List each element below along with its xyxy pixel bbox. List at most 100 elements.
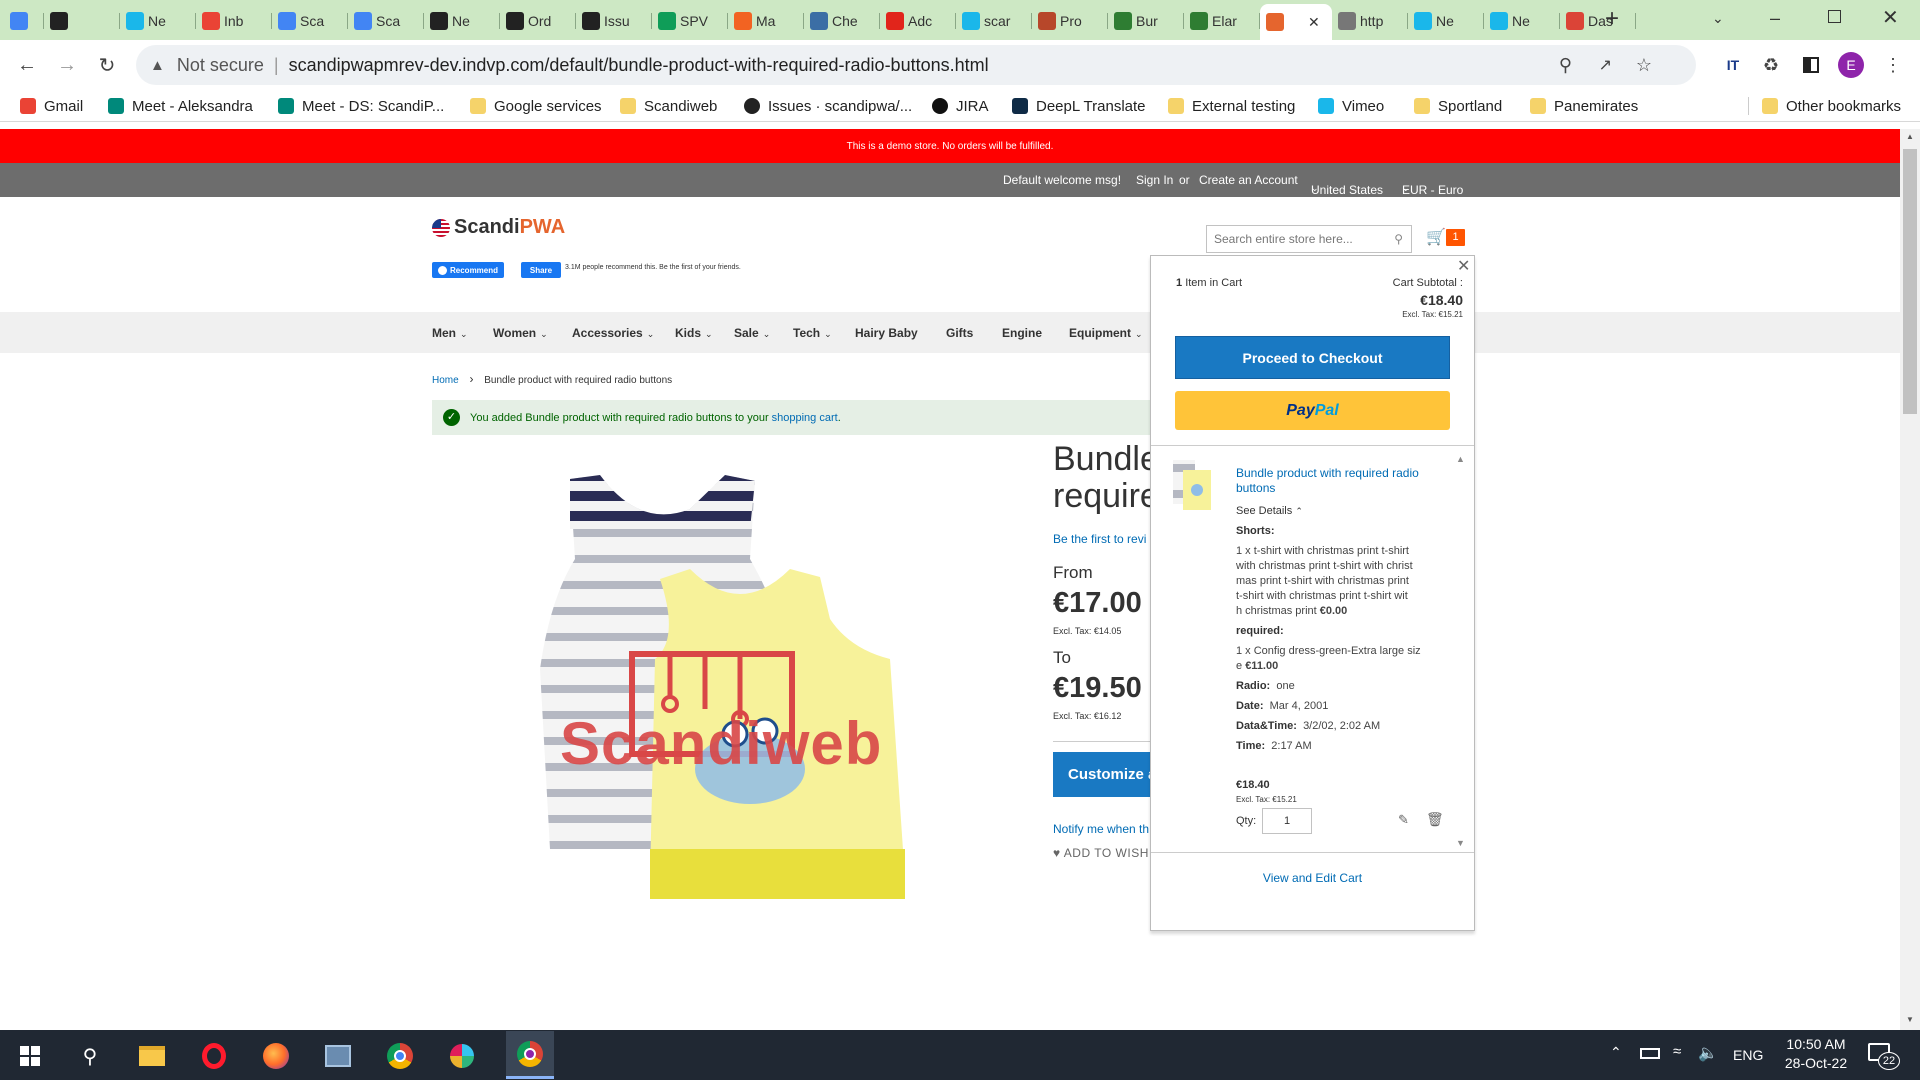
minicart-scroll-down-icon[interactable]: ▼ xyxy=(1456,838,1465,848)
wifi-icon[interactable]: ≈ xyxy=(1673,1043,1681,1060)
nav-item[interactable]: Accessories ⌄ xyxy=(572,326,654,340)
fb-share-button[interactable]: Share xyxy=(521,262,561,278)
bookmark-item[interactable]: Scandiweb xyxy=(620,95,717,117)
restore-button[interactable] xyxy=(1828,10,1841,23)
review-link[interactable]: Be the first to revi xyxy=(1053,532,1146,546)
nav-item[interactable]: Kids ⌄ xyxy=(675,326,713,340)
forward-arrow-icon[interactable]: → xyxy=(54,52,80,78)
cart-icon[interactable]: 🛒 xyxy=(1426,227,1446,247)
minicart-close-icon[interactable]: ✕ xyxy=(1457,256,1470,276)
bookmark-item[interactable]: Gmail xyxy=(20,95,83,117)
language-indicator[interactable]: ENG xyxy=(1733,1047,1763,1063)
bookmark-item[interactable]: Meet - Aleksandra xyxy=(108,95,253,117)
page-scrollbar[interactable]: ▲ ▼ xyxy=(1900,129,1920,1030)
browser-tab[interactable]: Adc xyxy=(880,6,956,36)
tab-search-chevron-icon[interactable]: ⌄ xyxy=(1712,10,1724,27)
browser-tab[interactable]: Das xyxy=(1560,6,1636,36)
proceed-to-checkout-button[interactable]: Proceed to Checkout xyxy=(1175,336,1450,379)
browser-menu-icon[interactable]: ⋮ xyxy=(1880,52,1906,78)
sign-in-link[interactable]: Sign In xyxy=(1136,173,1173,187)
bookmark-item[interactable]: Other bookmarks xyxy=(1762,95,1901,117)
scroll-up-arrow-icon[interactable]: ▲ xyxy=(1906,132,1914,141)
search-icon[interactable]: ⚲ xyxy=(1394,232,1403,246)
browser-tab[interactable]: Ord xyxy=(500,6,576,36)
file-explorer-icon[interactable] xyxy=(134,1038,170,1074)
browser-tab[interactable]: Che xyxy=(804,6,880,36)
nav-item[interactable]: Engine xyxy=(1002,326,1042,340)
snipping-tool-icon[interactable] xyxy=(320,1038,356,1074)
browser-tab[interactable]: Elar xyxy=(1184,6,1260,36)
browser-tab[interactable]: Sca xyxy=(272,6,348,36)
browser-tab[interactable] xyxy=(44,6,120,36)
address-bar[interactable]: ▲ Not secure | scandipwapmrev-dev.indvp.… xyxy=(136,45,1696,85)
browser-tab[interactable]: http xyxy=(1332,6,1408,36)
bookmark-item[interactable]: Panemirates xyxy=(1530,95,1638,117)
browser-tab[interactable]: Ne xyxy=(1408,6,1484,36)
close-tab-icon[interactable]: ✕ xyxy=(1308,14,1320,31)
firefox-icon[interactable] xyxy=(258,1038,294,1074)
bookmark-item[interactable]: Google services xyxy=(470,95,602,117)
search-icon[interactable]: ⚲ xyxy=(72,1038,108,1074)
slack-icon[interactable] xyxy=(444,1038,480,1074)
product-image[interactable]: Scandiweb xyxy=(540,469,920,909)
nav-item[interactable]: Sale ⌄ xyxy=(734,326,770,340)
new-tab-button[interactable]: + xyxy=(1600,7,1624,32)
view-edit-cart-link[interactable]: View and Edit Cart xyxy=(1151,871,1474,885)
bookmark-item[interactable]: Vimeo xyxy=(1318,95,1384,117)
browser-tab[interactable]: Ne xyxy=(120,6,196,36)
share-icon[interactable]: ↗ xyxy=(1599,55,1612,75)
tray-chevron-up-icon[interactable]: ⌃ xyxy=(1610,1044,1622,1061)
breadcrumb-home[interactable]: Home xyxy=(432,375,459,386)
shopping-cart-link[interactable]: shopping cart xyxy=(772,412,838,424)
browser-tab[interactable]: Ne xyxy=(424,6,500,36)
bookmark-item[interactable]: DeepL Translate xyxy=(1012,95,1146,117)
browser-tab[interactable]: Pro xyxy=(1032,6,1108,36)
extensions-puzzle-icon[interactable]: ♻ xyxy=(1758,52,1784,78)
browser-tab[interactable]: Bur xyxy=(1108,6,1184,36)
extension-translate-icon[interactable]: IT xyxy=(1720,52,1746,78)
see-details-toggle[interactable]: See Details ⌃ xyxy=(1236,505,1303,517)
browser-tab[interactable]: Inb xyxy=(196,6,272,36)
browser-tab[interactable]: SPV xyxy=(652,6,728,36)
bookmark-item[interactable]: External testing xyxy=(1168,95,1295,117)
nav-item[interactable]: Gifts xyxy=(946,326,973,340)
windows-start-icon[interactable] xyxy=(12,1038,48,1074)
browser-tab[interactable]: ✕ xyxy=(1260,4,1332,40)
customize-button[interactable]: Customize a xyxy=(1053,752,1153,797)
reload-icon[interactable]: ↻ xyxy=(94,52,120,78)
cart-item-thumbnail[interactable] xyxy=(1171,456,1213,512)
bookmark-star-icon[interactable]: ☆ xyxy=(1636,55,1652,76)
volume-icon[interactable]: 🔈 xyxy=(1698,1043,1718,1063)
minicart-scroll-up-icon[interactable]: ▲ xyxy=(1456,454,1465,464)
back-arrow-icon[interactable]: ← xyxy=(14,52,40,78)
profile-avatar[interactable]: E xyxy=(1838,52,1864,78)
zoom-icon[interactable]: ⚲ xyxy=(1559,55,1572,76)
edit-pencil-icon[interactable]: ✎ xyxy=(1398,812,1409,828)
delete-trash-icon[interactable]: 🗑 xyxy=(1426,811,1444,828)
side-panel-icon[interactable] xyxy=(1798,52,1824,78)
notify-link[interactable]: Notify me when th xyxy=(1053,822,1149,836)
add-to-wishlist[interactable]: ♥ ADD TO WISH xyxy=(1053,846,1149,860)
scroll-down-arrow-icon[interactable]: ▼ xyxy=(1906,1015,1914,1024)
url-text[interactable]: scandipwapmrev-dev.indvp.com/default/bun… xyxy=(289,55,989,76)
bookmark-item[interactable]: Issues · scandipwa/... xyxy=(744,95,912,117)
scrollbar-thumb[interactable] xyxy=(1903,149,1917,414)
search-box[interactable]: Search entire store here... ⚲ xyxy=(1206,225,1412,253)
fb-recommend-button[interactable]: Recommend xyxy=(432,262,505,278)
search-input[interactable]: Search entire store here... xyxy=(1214,232,1353,246)
browser-tab[interactable]: Issu xyxy=(576,6,652,36)
cart-item-name[interactable]: Bundle product with required radio button… xyxy=(1236,466,1419,496)
paypal-button[interactable]: Pay Pal xyxy=(1175,391,1450,430)
store-logo[interactable]: Scandi PWA xyxy=(432,216,565,239)
create-account-link[interactable]: Create an Account xyxy=(1199,173,1298,187)
opera-icon[interactable] xyxy=(196,1038,232,1074)
chrome-profile-icon[interactable] xyxy=(506,1031,554,1079)
chrome-icon[interactable] xyxy=(382,1038,418,1074)
bookmark-item[interactable]: Meet - DS: ScandiP... xyxy=(278,95,444,117)
nav-item[interactable]: Men ⌄ xyxy=(432,326,468,340)
nav-item[interactable]: Women ⌄ xyxy=(493,326,548,340)
bookmark-item[interactable]: JIRA xyxy=(932,95,989,117)
browser-tab[interactable] xyxy=(4,6,44,36)
clock[interactable]: 10:50 AM 28-Oct-22 xyxy=(1766,1035,1866,1073)
bookmark-item[interactable]: Sportland xyxy=(1414,95,1502,117)
